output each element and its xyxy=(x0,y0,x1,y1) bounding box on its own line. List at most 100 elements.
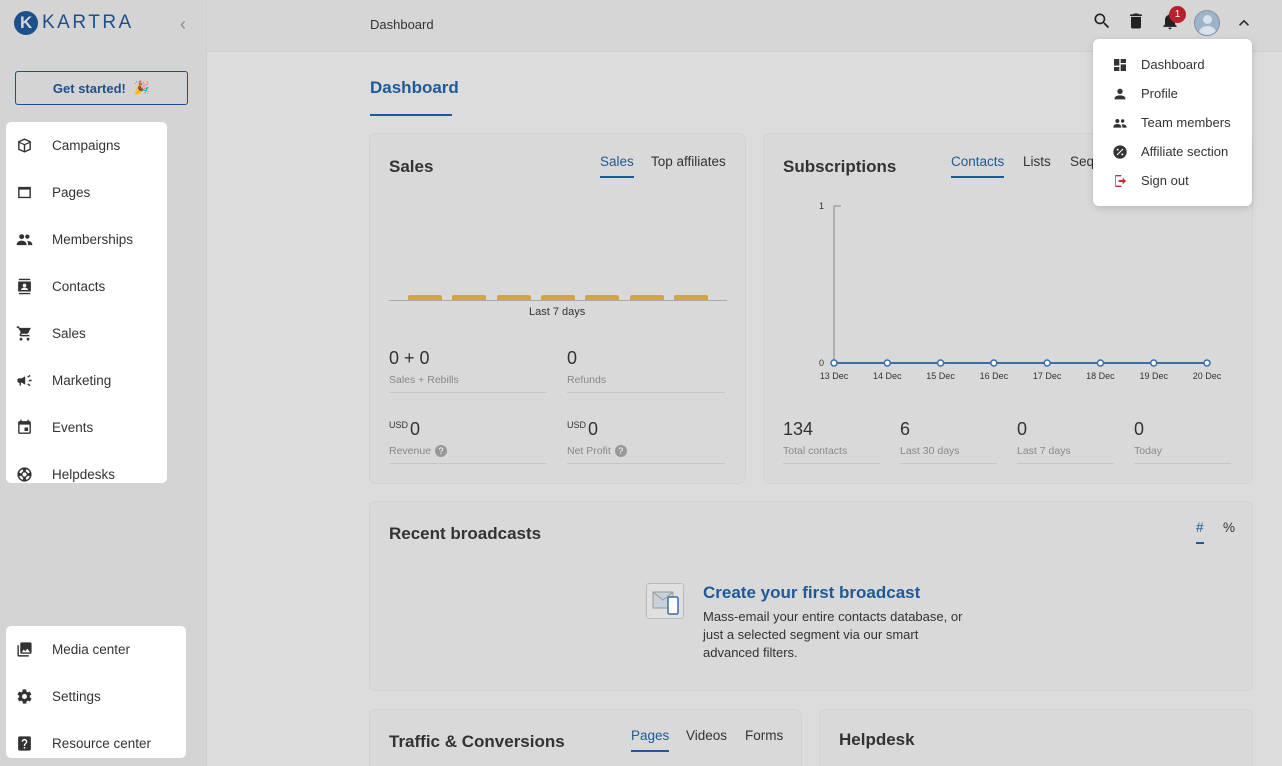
currency-label: USD xyxy=(567,420,587,430)
collapse-sidebar-icon[interactable]: ‹ xyxy=(180,14,186,35)
get-started-label: Get started! xyxy=(52,80,126,96)
sales-title: Sales xyxy=(389,157,434,176)
help-icon[interactable]: ? xyxy=(435,445,448,458)
sidebar-item-marketing[interactable]: Marketing xyxy=(6,357,167,404)
group-icon xyxy=(1112,115,1128,131)
sidebar-item-contacts[interactable]: Contacts xyxy=(6,263,167,310)
kartra-logo-mark xyxy=(14,11,38,35)
avatar[interactable] xyxy=(1194,10,1220,36)
divider xyxy=(389,392,547,393)
cta-text-line-3: advanced filters. xyxy=(703,645,798,660)
calendar-icon xyxy=(16,419,33,436)
data-point xyxy=(1043,359,1051,367)
tab-count[interactable]: # xyxy=(1196,520,1204,544)
sales-card: Sales Sales Top affiliates Last 7 days 0… xyxy=(370,134,745,483)
broadcasts-title: Recent broadcasts xyxy=(389,524,542,543)
chevron-up-icon[interactable] xyxy=(1234,13,1254,33)
revenue-amount: 0 xyxy=(410,419,421,439)
cart-icon xyxy=(16,325,33,342)
campaigns-icon xyxy=(16,137,33,154)
tab-percent[interactable]: % xyxy=(1223,520,1235,535)
last-7-days-label: Last 7 days xyxy=(1017,445,1071,457)
topbar-actions: 1 xyxy=(1092,5,1254,36)
get-started-button[interactable]: Get started! 🎉 xyxy=(15,71,188,105)
sidebar-item-events[interactable]: Events xyxy=(6,404,167,451)
sidebar-item-resource-center[interactable]: Resource center xyxy=(6,720,186,766)
menu-item-label: Dashboard xyxy=(1141,57,1205,72)
sidebar-item-settings[interactable]: Settings xyxy=(6,673,186,720)
tab-sales[interactable]: Sales xyxy=(600,154,634,178)
traffic-title: Traffic & Conversions xyxy=(389,732,565,751)
menu-item-label: Affiliate section xyxy=(1141,144,1229,159)
tab-top-affiliates[interactable]: Top affiliates xyxy=(651,154,726,169)
net-profit-value: USD 0 xyxy=(567,419,598,440)
user-dropdown-menu: Dashboard Profile Team members Affiliate… xyxy=(1093,39,1252,206)
sidebar-item-helpdesks[interactable]: Helpdesks xyxy=(6,451,167,498)
menu-item-profile[interactable]: Profile xyxy=(1093,79,1252,108)
bottom-nav: Media center Settings Resource center xyxy=(6,626,186,758)
party-icon: 🎉 xyxy=(133,80,151,95)
menu-item-affiliate-section[interactable]: Affiliate section xyxy=(1093,137,1252,166)
tab-sequences[interactable]: Seq xyxy=(1070,154,1094,169)
data-point xyxy=(936,359,945,367)
kartra-logo[interactable]: KARTRA xyxy=(14,11,134,35)
total-contacts-value: 134 xyxy=(783,419,814,439)
pages-icon xyxy=(16,184,33,201)
sidebar-item-memberships[interactable]: Memberships xyxy=(6,216,167,263)
sidebar-item-label: Pages xyxy=(52,185,91,200)
divider xyxy=(389,463,547,464)
sidebar-item-label: Helpdesks xyxy=(52,467,116,482)
cta-text-line-2: just a selected segment via our smart xyxy=(703,627,919,642)
sidebar-item-label: Events xyxy=(52,420,94,435)
help-icon xyxy=(16,735,33,752)
revenue-label: Revenue? xyxy=(389,445,448,458)
helpdesk-title: Helpdesk xyxy=(839,730,915,749)
sidebar-item-pages[interactable]: Pages xyxy=(6,169,167,216)
menu-item-sign-out[interactable]: Sign out xyxy=(1093,166,1252,195)
divider xyxy=(900,463,997,464)
divider xyxy=(567,463,725,464)
divider xyxy=(1017,463,1114,464)
data-point xyxy=(1096,359,1105,367)
trash-icon[interactable] xyxy=(1126,11,1146,36)
notification-badge: 1 xyxy=(1169,5,1186,23)
megaphone-icon xyxy=(16,372,33,389)
tab-lists[interactable]: Lists xyxy=(1023,154,1051,169)
page-title[interactable]: Dashboard xyxy=(370,78,459,98)
y-tick-label: 1 xyxy=(819,201,824,211)
cta-title[interactable]: Create your first broadcast xyxy=(703,583,920,603)
x-tick-label: 20 Dec xyxy=(1193,371,1222,381)
help-icon[interactable]: ? xyxy=(614,445,627,458)
tab-forms[interactable]: Forms xyxy=(745,728,783,743)
data-point xyxy=(830,359,838,367)
subscriptions-chart: 0 1 13 Dec 14 Dec 15 Dec 16 Dec 17 Dec 18 Dec 19… xyxy=(819,201,1222,381)
divider xyxy=(783,463,880,464)
data-point xyxy=(883,359,892,367)
sidebar: KARTRA ‹ Get started! 🎉 Campaigns Pages … xyxy=(0,0,207,766)
sales-rebills-label: Sales + Rebills xyxy=(389,374,459,386)
menu-item-label: Team members xyxy=(1141,115,1231,130)
notifications-button[interactable]: 1 xyxy=(1160,5,1186,36)
logo-text: KARTRA xyxy=(42,12,134,33)
sidebar-item-media-center[interactable]: Media center xyxy=(6,626,186,673)
sidebar-item-label: Sales xyxy=(52,326,86,341)
sidebar-item-campaigns[interactable]: Campaigns xyxy=(6,122,167,169)
data-point xyxy=(1203,359,1211,367)
subscriptions-title: Subscriptions xyxy=(783,157,897,176)
sidebar-item-label: Settings xyxy=(52,689,101,704)
tab-contacts[interactable]: Contacts xyxy=(951,154,1005,178)
search-icon[interactable] xyxy=(1092,11,1112,36)
broadcast-icon xyxy=(646,583,684,619)
sidebar-item-label: Marketing xyxy=(52,373,112,388)
net-profit-label-text: Net Profit xyxy=(567,445,611,457)
tab-videos[interactable]: Videos xyxy=(686,728,727,743)
menu-item-team-members[interactable]: Team members xyxy=(1093,108,1252,137)
menu-item-dashboard[interactable]: Dashboard xyxy=(1093,50,1252,79)
x-tick-label: 19 Dec xyxy=(1139,371,1168,381)
dashboard-icon xyxy=(1112,57,1128,73)
chart-caption: Last 7 days xyxy=(529,306,586,318)
tab-pages[interactable]: Pages xyxy=(631,728,670,752)
y-tick-label: 0 xyxy=(819,358,824,368)
last-7-days-value: 0 xyxy=(1017,419,1028,439)
sidebar-item-sales[interactable]: Sales xyxy=(6,310,167,357)
